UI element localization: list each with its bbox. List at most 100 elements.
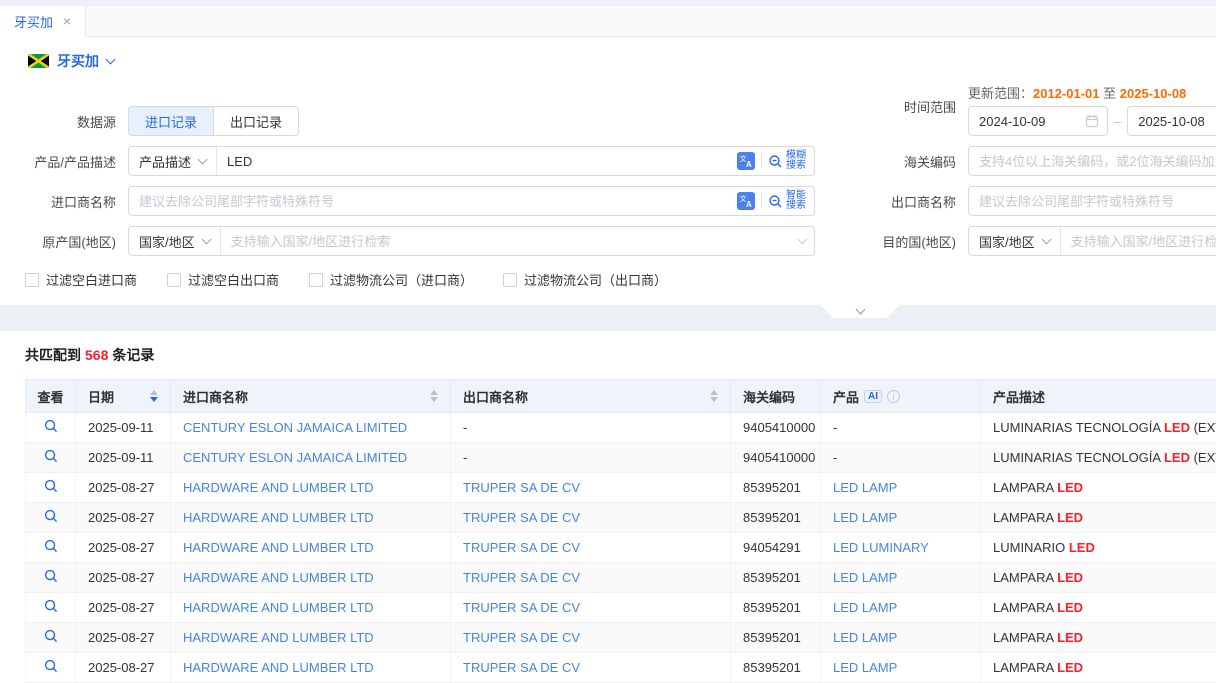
- row-date: 2025-09-11: [88, 450, 154, 465]
- search-icon: [768, 154, 783, 169]
- checkbox-filter-blank-importer[interactable]: 过滤空白进口商: [25, 270, 137, 289]
- row-product-link[interactable]: -: [833, 420, 837, 435]
- view-record-button[interactable]: [44, 629, 58, 643]
- view-record-button[interactable]: [44, 599, 58, 613]
- country-name[interactable]: 牙买加: [57, 51, 99, 71]
- tab-close-icon[interactable]: ×: [63, 13, 71, 29]
- row-hs-code: 85395201: [743, 480, 801, 495]
- svg-text:A: A: [746, 200, 752, 209]
- row-product-link[interactable]: LED LUMINARY: [833, 540, 929, 555]
- row-product-desc: LAMPARA LED: [981, 593, 1216, 623]
- dest-country-type-select[interactable]: 国家/地区: [969, 227, 1061, 255]
- collapse-filter-handle[interactable]: [820, 305, 900, 318]
- importer-name-input[interactable]: [129, 187, 729, 215]
- jamaica-flag-icon: [28, 54, 49, 68]
- row-exporter-link[interactable]: TRUPER SA DE CV: [463, 600, 580, 615]
- select-chevron-icon: [198, 154, 208, 164]
- row-hs-code: 9405410000: [743, 420, 815, 435]
- view-record-button[interactable]: [44, 419, 58, 433]
- row-importer-link[interactable]: HARDWARE AND LUMBER LTD: [183, 540, 374, 555]
- row-importer-link[interactable]: CENTURY ESLON JAMAICA LIMITED: [183, 420, 407, 435]
- checkbox-filter-blank-exporter[interactable]: 过滤空白出口商: [167, 270, 279, 289]
- end-date-input[interactable]: [1128, 107, 1216, 135]
- row-product-link[interactable]: LED LAMP: [833, 630, 897, 645]
- calendar-icon[interactable]: [1077, 114, 1107, 128]
- info-icon[interactable]: i: [887, 390, 900, 403]
- end-date-field[interactable]: [1127, 106, 1216, 136]
- hs-code-input[interactable]: [968, 146, 1216, 176]
- table-row: 2025-09-11 CENTURY ESLON JAMAICA LIMITED…: [26, 443, 1216, 473]
- row-product-desc: LAMPARA LED: [981, 563, 1216, 593]
- row-product-link[interactable]: LED LAMP: [833, 480, 897, 495]
- row-exporter-link[interactable]: TRUPER SA DE CV: [463, 660, 580, 675]
- export-records-tab[interactable]: 出口记录: [213, 107, 298, 135]
- view-record-button[interactable]: [44, 479, 58, 493]
- row-importer-link[interactable]: HARDWARE AND LUMBER LTD: [183, 630, 374, 645]
- col-view: 查看: [26, 380, 76, 413]
- importer-sort-button[interactable]: [430, 390, 438, 402]
- sort-desc-icon-active: [150, 397, 158, 402]
- importer-label: 进口商名称: [0, 192, 128, 211]
- table-row: 2025-08-27 HARDWARE AND LUMBER LTD TRUPE…: [26, 653, 1216, 683]
- start-date-field[interactable]: [968, 106, 1108, 136]
- row-product-link[interactable]: -: [833, 450, 837, 465]
- data-source-label: 数据源: [0, 112, 128, 131]
- translate-icon[interactable]: 文 A: [737, 152, 755, 170]
- view-record-button[interactable]: [44, 509, 58, 523]
- row-date: 2025-08-27: [88, 570, 155, 585]
- row-product-link[interactable]: LED LAMP: [833, 660, 897, 675]
- dest-country-input[interactable]: [1061, 227, 1216, 255]
- row-date: 2025-08-27: [88, 510, 155, 525]
- row-exporter-link[interactable]: TRUPER SA DE CV: [463, 570, 580, 585]
- row-product-link[interactable]: LED LAMP: [833, 510, 897, 525]
- row-hs-code: 85395201: [743, 600, 801, 615]
- row-importer-link[interactable]: CENTURY ESLON JAMAICA LIMITED: [183, 450, 407, 465]
- product-type-select[interactable]: 产品描述: [129, 147, 217, 175]
- date-sort-button[interactable]: [150, 390, 158, 402]
- hs-code-label: 海关编码: [868, 152, 956, 171]
- checkbox-filter-logistics-exporter[interactable]: 过滤物流公司（出口商）: [503, 270, 667, 289]
- product-search-input[interactable]: [217, 147, 729, 175]
- exporter-sort-button[interactable]: [710, 390, 718, 402]
- checkbox-filter-logistics-importer[interactable]: 过滤物流公司（进口商）: [309, 270, 473, 289]
- data-source-segmented: 进口记录 出口记录: [128, 106, 299, 136]
- translate-icon[interactable]: 文 A: [737, 192, 755, 210]
- import-records-tab[interactable]: 进口记录: [129, 107, 213, 135]
- row-exporter-link[interactable]: TRUPER SA DE CV: [463, 630, 580, 645]
- row-importer-link[interactable]: HARDWARE AND LUMBER LTD: [183, 480, 374, 495]
- origin-country-label: 原产国(地区): [0, 232, 128, 251]
- col-importer: 进口商名称: [171, 380, 451, 413]
- sort-asc-icon: [430, 390, 438, 395]
- row-importer-link[interactable]: HARDWARE AND LUMBER LTD: [183, 600, 374, 615]
- exporter-name-input[interactable]: [968, 186, 1216, 216]
- view-record-button[interactable]: [44, 569, 58, 583]
- dropdown-chevron-icon[interactable]: [798, 234, 808, 244]
- tab-jamaica[interactable]: 牙买加 ×: [0, 6, 86, 37]
- country-dropdown-chevron-icon[interactable]: [106, 54, 116, 64]
- row-product-desc: LUMINARIO LED: [981, 533, 1216, 563]
- origin-country-input[interactable]: [221, 227, 791, 255]
- view-record-button[interactable]: [44, 449, 58, 463]
- row-exporter-link[interactable]: TRUPER SA DE CV: [463, 540, 580, 555]
- view-record-button[interactable]: [44, 539, 58, 553]
- tab-bar: 牙买加 ×: [0, 6, 1216, 37]
- col-product-desc: 产品描述: [981, 380, 1216, 413]
- smart-search-button[interactable]: 智能搜索: [768, 191, 806, 211]
- row-importer-link[interactable]: HARDWARE AND LUMBER LTD: [183, 570, 374, 585]
- checkbox-icon: [503, 273, 517, 287]
- origin-country-type-select[interactable]: 国家/地区: [129, 227, 221, 255]
- row-importer-link[interactable]: HARDWARE AND LUMBER LTD: [183, 660, 374, 675]
- row-exporter-link[interactable]: TRUPER SA DE CV: [463, 480, 580, 495]
- checkbox-icon: [167, 273, 181, 287]
- start-date-input[interactable]: [969, 107, 1077, 135]
- panel-divider-band: [0, 305, 1216, 331]
- row-exporter-link[interactable]: -: [463, 420, 467, 435]
- row-exporter-link[interactable]: -: [463, 450, 467, 465]
- row-exporter-link[interactable]: TRUPER SA DE CV: [463, 510, 580, 525]
- row-product-link[interactable]: LED LAMP: [833, 600, 897, 615]
- row-importer-link[interactable]: HARDWARE AND LUMBER LTD: [183, 510, 374, 525]
- view-record-button[interactable]: [44, 659, 58, 673]
- fuzzy-search-button[interactable]: 模糊搜索: [768, 151, 806, 171]
- row-product-link[interactable]: LED LAMP: [833, 570, 897, 585]
- magnifier-icon: [44, 479, 58, 493]
